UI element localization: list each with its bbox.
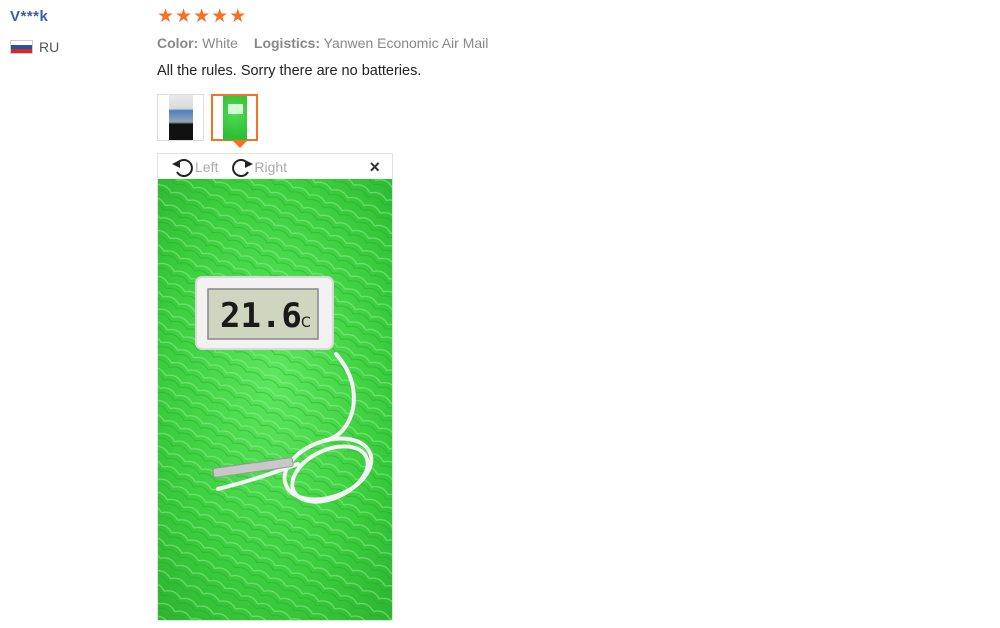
color-value: White bbox=[202, 35, 238, 51]
logistics-value: Yanwen Economic Air Mail bbox=[323, 35, 489, 51]
rotate-left-button[interactable]: Left bbox=[171, 156, 218, 178]
review-comment: All the rules. Sorry there are no batter… bbox=[157, 63, 422, 79]
star-icon: ★ bbox=[157, 6, 175, 27]
rotate-right-label: Right bbox=[254, 158, 288, 175]
review-photo-thumbnails bbox=[157, 94, 258, 141]
rotate-left-label: Left bbox=[195, 158, 219, 175]
star-icon: ★ bbox=[211, 6, 229, 27]
photo-viewer: Left Right × 21.6 °C bbox=[157, 153, 393, 621]
reviewer-country: RU bbox=[10, 39, 140, 55]
logistics-info: Logistics: Yanwen Economic Air Mail bbox=[254, 33, 488, 53]
country-code: RU bbox=[39, 39, 60, 55]
reviewer-info: V***k RU bbox=[10, 8, 140, 55]
star-rating: ★ ★ ★ ★ ★ bbox=[157, 6, 977, 28]
close-viewer-button[interactable]: × bbox=[369, 157, 380, 178]
russia-flag-icon bbox=[10, 40, 33, 54]
star-icon: ★ bbox=[175, 6, 193, 27]
color-label: Color: bbox=[157, 35, 199, 51]
review-photo: 21.6 °C bbox=[158, 179, 392, 620]
logistics-label: Logistics: bbox=[253, 35, 321, 51]
photo-thumbnail-1[interactable] bbox=[157, 94, 204, 141]
viewer-toolbar: Left Right × bbox=[158, 154, 392, 179]
order-meta: Color: White Logistics: Yanwen Economic … bbox=[157, 33, 977, 53]
rotate-left-icon bbox=[172, 158, 193, 177]
thermometer-device: 21.6 °C bbox=[195, 276, 334, 350]
color-info: Color: White bbox=[157, 33, 238, 53]
lcd-unit: °C bbox=[294, 315, 311, 331]
star-icon: ★ bbox=[193, 6, 211, 27]
thumbnail-image bbox=[168, 95, 193, 140]
rotate-right-button[interactable]: Right bbox=[230, 156, 287, 178]
selected-thumbnail-caret bbox=[233, 141, 247, 148]
photo-thumbnail-2[interactable] bbox=[211, 94, 258, 141]
star-icon: ★ bbox=[229, 6, 247, 27]
lcd-reading: 21.6 bbox=[220, 296, 302, 336]
rotate-right-icon bbox=[232, 158, 254, 177]
review-body: ★ ★ ★ ★ ★ Color: White Logistics: Yanwen… bbox=[157, 6, 977, 81]
thumbnail-image bbox=[222, 95, 247, 140]
reviewer-name: V***k bbox=[10, 8, 49, 25]
thermometer-photo-image: 21.6 °C bbox=[158, 179, 392, 620]
